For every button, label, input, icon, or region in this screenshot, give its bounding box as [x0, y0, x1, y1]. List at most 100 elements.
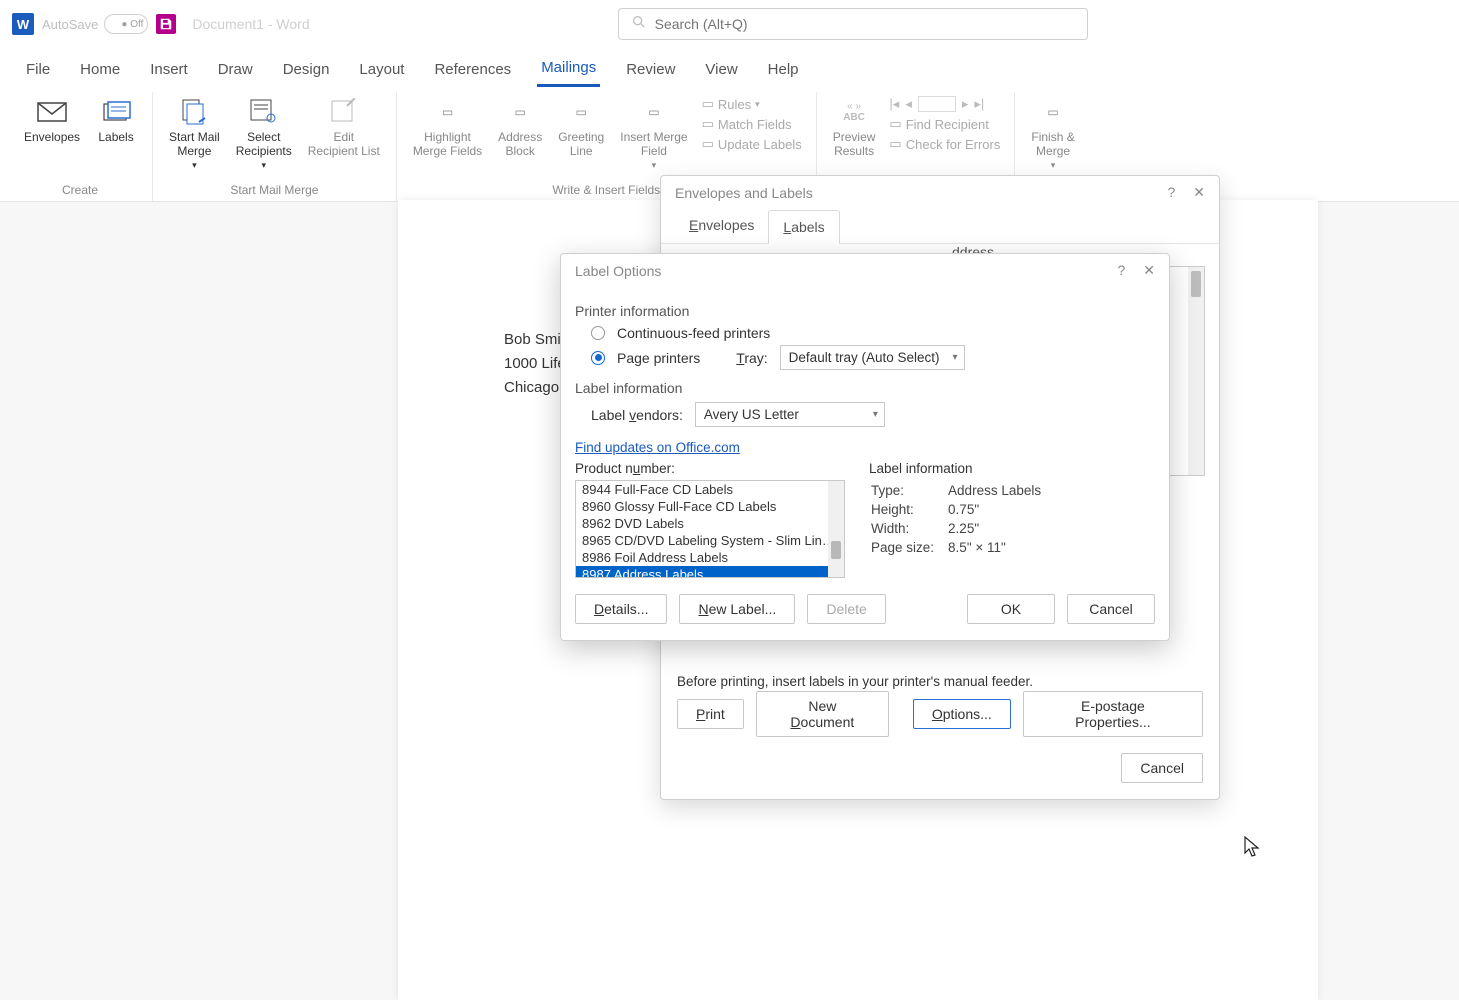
- tab-draw[interactable]: Draw: [214, 53, 257, 86]
- new-label-button[interactable]: New Label...: [679, 594, 795, 624]
- radio-icon[interactable]: [591, 351, 605, 365]
- greeting-line-button: ▭Greeting Line: [550, 92, 612, 162]
- scrollbar[interactable]: [828, 481, 844, 577]
- tab-home[interactable]: Home: [76, 53, 124, 86]
- ribbon-group-label: Start Mail Merge: [161, 183, 388, 201]
- greeting-icon: ▭: [565, 96, 597, 128]
- start-merge-icon: [178, 96, 210, 128]
- chevron-down-icon: ▾: [192, 160, 197, 171]
- close-icon[interactable]: ✕: [1193, 184, 1205, 201]
- print-instruction: Before printing, insert labels in your p…: [677, 674, 1203, 689]
- update-labels-button: ▭ Update Labels: [702, 136, 802, 152]
- label-options-dialog: Label Options ? ✕ Printer information Co…: [560, 253, 1170, 641]
- tab-references[interactable]: References: [430, 53, 515, 86]
- chevron-down-icon: ▾: [261, 160, 266, 171]
- rules-button: ▭ Rules ▾: [702, 96, 802, 112]
- preview-results-button: « »ABC Preview Results: [825, 92, 884, 162]
- next-record-icon: ▸: [962, 96, 969, 112]
- close-icon[interactable]: ✕: [1143, 262, 1155, 279]
- address-block-icon: ▭: [504, 96, 536, 128]
- ribbon-tabs: File Home Insert Draw Design Layout References…: [0, 48, 1459, 90]
- label-vendors-dropdown[interactable]: Avery US Letter▾: [695, 402, 885, 427]
- help-icon[interactable]: ?: [1167, 184, 1175, 201]
- cancel-button[interactable]: Cancel: [1121, 753, 1203, 783]
- tab-layout[interactable]: Layout: [355, 53, 408, 86]
- address-block-button: ▭Address Block: [490, 92, 550, 162]
- autosave-control[interactable]: AutoSave ● Off: [42, 14, 148, 34]
- ok-button[interactable]: OK: [967, 594, 1055, 624]
- envelope-icon: [36, 96, 68, 128]
- label-info-subheading: Label information: [869, 461, 1055, 476]
- scrollbar[interactable]: [1188, 267, 1204, 475]
- product-list-item[interactable]: 8986 Foil Address Labels: [576, 549, 844, 566]
- search-box[interactable]: [618, 8, 1088, 40]
- new-document-button[interactable]: New Document: [756, 691, 889, 737]
- tray-label: Tray:: [736, 350, 767, 366]
- options-button[interactable]: Options...: [913, 699, 1011, 729]
- product-list-item[interactable]: 8962 DVD Labels: [576, 515, 844, 532]
- update-icon: ▭: [702, 136, 714, 152]
- dialog-title-text: Label Options: [575, 263, 661, 279]
- tab-mailings[interactable]: Mailings: [537, 51, 600, 87]
- delete-button: Delete: [807, 594, 885, 624]
- print-button[interactable]: Print: [677, 699, 744, 729]
- select-recipients-button[interactable]: Select Recipients ▾: [228, 92, 300, 175]
- chevron-down-icon: ▾: [952, 352, 957, 363]
- finish-icon: ▭: [1037, 96, 1069, 128]
- start-mail-merge-button[interactable]: Start Mail Merge ▾: [161, 92, 228, 175]
- product-list-item[interactable]: 8944 Full-Face CD Labels: [576, 481, 844, 498]
- chevron-down-icon: ▾: [1051, 160, 1056, 171]
- product-number-label: Product number:: [575, 461, 845, 476]
- tab-review[interactable]: Review: [622, 53, 679, 86]
- product-number-listbox[interactable]: 8944 Full-Face CD Labels8960 Glossy Full…: [575, 480, 845, 578]
- autosave-toggle[interactable]: ● Off: [104, 14, 148, 34]
- envelopes-button[interactable]: Envelopes: [16, 92, 88, 148]
- check-errors-button: ▭ Check for Errors: [889, 136, 1000, 152]
- label-info-heading: Label information: [575, 380, 1155, 396]
- product-list-item[interactable]: 8987 Address Labels: [576, 566, 844, 578]
- epostage-button[interactable]: E-postage Properties...: [1023, 691, 1203, 737]
- tab-file[interactable]: File: [22, 53, 54, 86]
- tab-envelopes[interactable]: Envelopes: [675, 209, 768, 243]
- mouse-cursor-icon: [1244, 836, 1262, 864]
- page-printers-radio-row[interactable]: Page printers Tray: Default tray (Auto S…: [591, 345, 1155, 370]
- tab-design[interactable]: Design: [279, 53, 334, 86]
- cancel-button[interactable]: Cancel: [1067, 594, 1155, 624]
- edit-recipient-list-button: Edit Recipient List: [300, 92, 388, 162]
- find-icon: ▭: [889, 116, 901, 132]
- scroll-thumb[interactable]: [1191, 271, 1201, 297]
- labels-button[interactable]: Labels: [88, 92, 144, 148]
- radio-icon[interactable]: [591, 326, 605, 340]
- tray-dropdown[interactable]: Default tray (Auto Select)▾: [780, 345, 965, 370]
- help-icon[interactable]: ?: [1117, 262, 1125, 279]
- table-row: Type:Address Labels: [871, 482, 1053, 499]
- prev-record-icon: ◂: [905, 96, 912, 112]
- table-row: Height:0.75": [871, 501, 1053, 518]
- continuous-printers-radio-row[interactable]: Continuous-feed printers: [591, 325, 1155, 341]
- product-list-item[interactable]: 8965 CD/DVD Labeling System - Slim Line …: [576, 532, 844, 549]
- autosave-label: AutoSave: [42, 17, 98, 32]
- check-icon: ▭: [889, 136, 901, 152]
- label-info-table: Type:Address LabelsHeight:0.75"Width:2.2…: [869, 480, 1055, 558]
- dialog-tabs: Envelopes Labels: [661, 209, 1219, 244]
- record-nav: |◂ ◂ ▸ ▸|: [889, 96, 1000, 112]
- insert-field-icon: ▭: [638, 96, 670, 128]
- find-updates-link[interactable]: Find updates on Office.com: [575, 440, 740, 455]
- labels-icon: [100, 96, 132, 128]
- tab-help[interactable]: Help: [764, 53, 803, 86]
- details-button[interactable]: Details...: [575, 594, 667, 624]
- rules-column: ▭ Rules ▾ ▭ Match Fields ▭ Update Labels: [696, 92, 808, 156]
- document-title: Document1 - Word: [192, 16, 309, 32]
- save-icon[interactable]: [156, 14, 176, 34]
- edit-list-icon: [328, 96, 360, 128]
- product-list-item[interactable]: 8960 Glossy Full-Face CD Labels: [576, 498, 844, 515]
- record-number-input: [918, 96, 956, 112]
- ribbon-group-label: Create: [16, 183, 144, 201]
- tab-view[interactable]: View: [701, 53, 741, 86]
- last-record-icon: ▸|: [974, 96, 984, 112]
- scroll-thumb[interactable]: [831, 541, 841, 559]
- search-input[interactable]: [655, 16, 1075, 32]
- label-vendors-label: Label vendors:: [591, 407, 683, 423]
- tab-insert[interactable]: Insert: [146, 53, 192, 86]
- tab-labels[interactable]: Labels: [768, 210, 839, 244]
